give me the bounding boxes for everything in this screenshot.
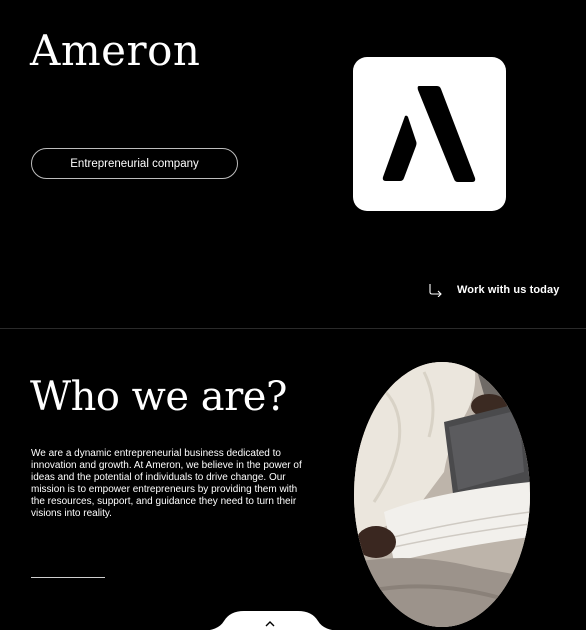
decorative-rule bbox=[31, 577, 105, 578]
company-tag-pill[interactable]: Entrepreneurial company bbox=[31, 148, 238, 179]
about-heading: Who we are? bbox=[30, 374, 287, 420]
about-paragraph: We are a dynamic entrepreneurial busines… bbox=[31, 448, 302, 520]
brand-title: Ameron bbox=[30, 26, 201, 75]
arrow-turn-right-icon bbox=[429, 284, 442, 297]
logo-card bbox=[353, 57, 506, 211]
section-divider bbox=[0, 328, 586, 329]
about-photo bbox=[354, 362, 530, 627]
reading-person-image bbox=[354, 362, 530, 627]
scroll-top-button[interactable] bbox=[200, 609, 342, 630]
ameron-logo-mark-icon bbox=[382, 86, 476, 182]
work-with-us-link[interactable]: Work with us today bbox=[428, 281, 559, 299]
work-with-us-label: Work with us today bbox=[457, 284, 560, 296]
scroll-top-tab bbox=[209, 611, 333, 630]
